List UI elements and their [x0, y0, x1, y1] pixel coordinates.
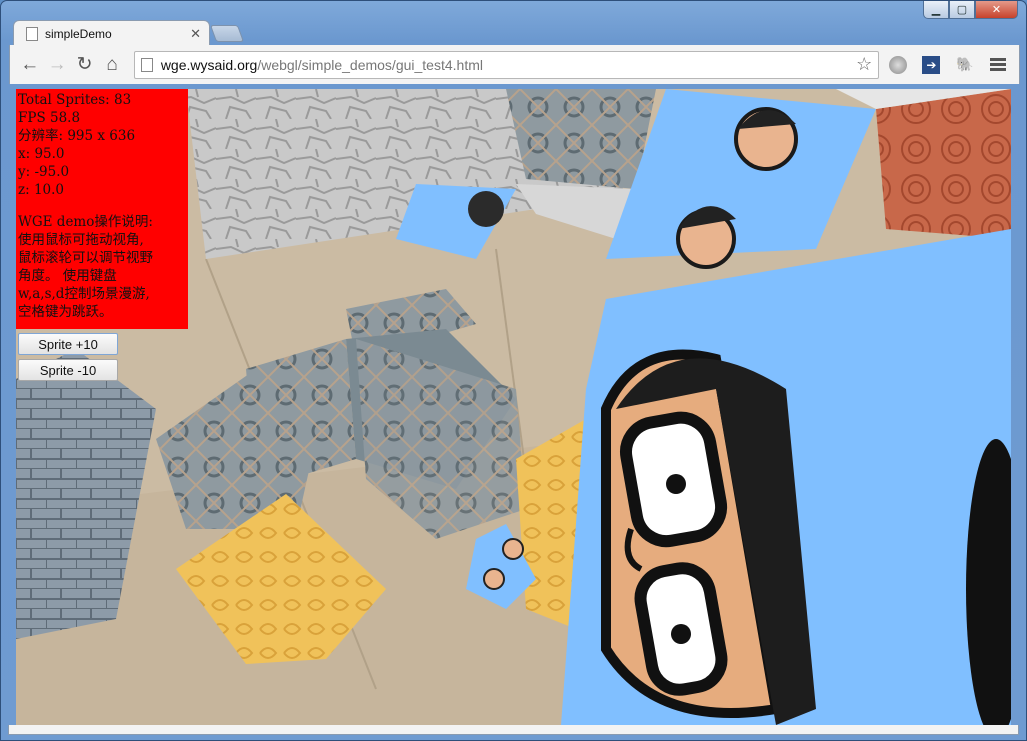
- elephant-icon: 🐘: [956, 56, 974, 72]
- wood-block: [876, 89, 1011, 239]
- globe-icon: [889, 55, 908, 74]
- instructions-line: 角度。 使用键盘: [18, 268, 117, 284]
- bookmark-star-icon[interactable]: ☆: [856, 54, 872, 75]
- arrow-icon: ➔: [922, 55, 941, 74]
- close-window-button[interactable]: ✕: [975, 1, 1018, 19]
- address-bar[interactable]: wge.wysaid.org /webgl/simple_demos/gui_t…: [133, 50, 880, 79]
- instructions-title: WGE demo操作说明:: [18, 214, 153, 230]
- browser-toolbar: ← → ↻ ⌂ wge.wysaid.org /webgl/simple_dem…: [9, 45, 1020, 84]
- instructions-line: 鼠标滚轮可以调节视野: [18, 250, 153, 266]
- reload-icon[interactable]: ↻: [71, 51, 98, 79]
- y-coord-text: y: -95.0: [18, 164, 70, 180]
- z-coord-text: z: 10.0: [18, 182, 65, 198]
- url-host: wge.wysaid.org: [160, 56, 258, 73]
- instructions-line: 使用鼠标可拖动视角,: [18, 232, 144, 248]
- tab-close-icon[interactable]: ✕: [190, 26, 201, 42]
- url-path: /webgl/simple_demos/gui_test4.html: [257, 56, 483, 73]
- window-controls: ▁ ▢ ✕: [923, 1, 1018, 19]
- x-coord-text: x: 95.0: [18, 146, 65, 162]
- page-icon: [26, 26, 38, 41]
- extension-globe-button[interactable]: [883, 51, 912, 79]
- total-sprites-text: Total Sprites: 83: [18, 92, 132, 108]
- chrome-menu-button[interactable]: [984, 51, 1013, 79]
- extension-evernote-button[interactable]: 🐘: [950, 51, 979, 79]
- new-tab-button[interactable]: [209, 25, 245, 42]
- sprite-minus-10-button[interactable]: Sprite -10: [18, 359, 118, 381]
- fps-text: FPS 58.8: [18, 110, 81, 126]
- menu-icon: [990, 58, 1007, 71]
- home-icon[interactable]: ⌂: [98, 51, 125, 79]
- sprite-plus-10-button[interactable]: Sprite +10: [18, 333, 118, 355]
- instructions-line: 空格键为跳跃。: [18, 304, 113, 320]
- instructions-line: w,a,s,d控制场景漫游,: [18, 286, 150, 302]
- minimize-button[interactable]: ▁: [923, 1, 949, 19]
- maximize-button[interactable]: ▢: [949, 1, 975, 19]
- ornate-block-top: [506, 89, 656, 189]
- tab-simpledemo[interactable]: simpleDemo ✕: [13, 20, 210, 46]
- tab-title: simpleDemo: [45, 26, 112, 41]
- back-icon[interactable]: ←: [16, 51, 43, 79]
- resolution-text: 分辨率: 995 x 636: [18, 128, 136, 144]
- page-icon: [140, 57, 153, 72]
- webgl-canvas[interactable]: Total Sprites: 83 FPS 58.8 分辨率: 995 x 63…: [16, 89, 1011, 725]
- stats-panel: Total Sprites: 83 FPS 58.8 分辨率: 995 x 63…: [16, 89, 188, 329]
- extension-arrow-button[interactable]: ➔: [917, 51, 946, 79]
- forward-icon[interactable]: →: [43, 51, 70, 79]
- window-bottom-border: [8, 725, 1019, 735]
